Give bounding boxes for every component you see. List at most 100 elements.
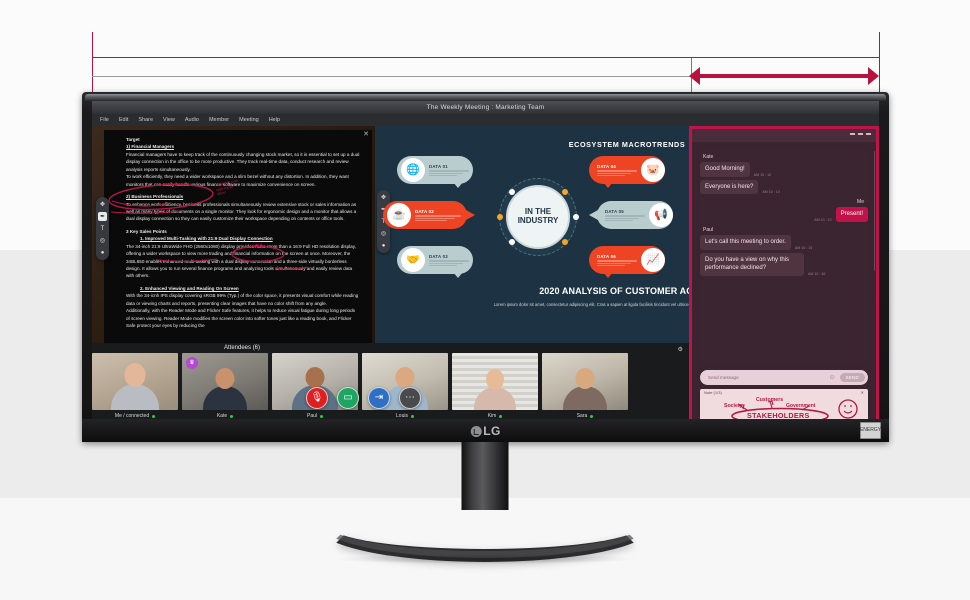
document-tool-rail[interactable]: ✥ ✒ T ◎ ● (96, 197, 109, 260)
avatar-head (305, 367, 325, 388)
data-bubble-04[interactable]: DATA 04 🐷 (589, 156, 665, 188)
diagram-hub: IN THE INDUSTRY (497, 178, 579, 256)
data-bubble-03[interactable]: 🤝 DATA 03 (397, 246, 473, 278)
note-word-customers: Customers (756, 397, 784, 403)
attendee-name-row: Sara (542, 410, 628, 419)
chat-message-list[interactable]: Kate Good Morning! AM 10 : 10 Everyone i… (700, 149, 868, 363)
window-controls-icon[interactable] (850, 133, 871, 135)
chat-bubble: Let's call this meeting to order. (700, 235, 791, 250)
data-bubble-05[interactable]: DATA 05 📢 (589, 201, 673, 229)
monitor-bezel-highlight (85, 94, 886, 101)
doc-point2-body2: Additionally, with the Reader Mode and F… (126, 308, 355, 329)
note-panel[interactable]: Note (1/3) ✕ Customers Society Governmen… (700, 389, 868, 419)
annotation-tick-right (879, 32, 880, 94)
close-icon[interactable]: ✕ (363, 131, 369, 138)
data-bubble-02[interactable]: ☕ DATA 02 (383, 201, 475, 229)
attendee-tile[interactable]: Me / connected (92, 353, 178, 419)
shape-tool-icon[interactable]: ◎ (98, 236, 107, 245)
data-bubble-06[interactable]: DATA 06 📈 (589, 246, 665, 278)
data-bubble-03-label: DATA 03 (429, 253, 448, 259)
chat-input-placeholder[interactable]: Send message (708, 375, 824, 380)
microphone-button[interactable]: 🎙 (306, 387, 328, 409)
note-word-government: Government (786, 403, 816, 409)
host-crown-icon: ♛ (186, 357, 198, 369)
data-bubble-06-label: DATA 06 (597, 253, 616, 259)
menu-item-edit[interactable]: Edit (119, 117, 128, 123)
piggy-bank-icon: 🐷 (641, 158, 665, 182)
attendees-label: Attendees (6) (224, 345, 261, 351)
annotation-arrow-left (689, 67, 700, 85)
energy-label-text: ENERGY (859, 427, 882, 433)
attendee-name-row: Me / connected (92, 410, 178, 419)
menu-item-share[interactable]: Share (138, 117, 153, 123)
chat-timestamp: AM 10 : 16 (808, 272, 826, 277)
hub-node-6 (562, 239, 568, 245)
bubble-tail (453, 182, 463, 188)
gear-icon[interactable]: ⚙ (678, 346, 683, 353)
menu-item-member[interactable]: Member (209, 117, 229, 123)
status-dot (410, 414, 414, 418)
pen-tool-icon[interactable]: ✒ (98, 212, 107, 221)
text-tool-icon[interactable]: T (98, 224, 107, 233)
chat-timestamp: AM 10 : 10 (762, 190, 780, 195)
hub-node-2 (562, 189, 568, 195)
status-dot (499, 414, 503, 418)
attendee-tile[interactable]: Louis (362, 353, 448, 419)
annotation-arrow-bar (697, 74, 869, 78)
emoji-icon[interactable]: ☺ (828, 374, 835, 381)
chat-bubble: Do you have a view on why this performan… (700, 252, 804, 277)
annotation-guide-line (92, 76, 792, 77)
lg-brand-text: LG (483, 424, 501, 438)
data-bubble-01[interactable]: 🌐 DATA 01 (397, 156, 473, 188)
doc-section2-p1: To enhance work efficiency, business pro… (126, 201, 357, 222)
meeting-app-window: The Weekly Meeting : Marketing Team File… (92, 101, 879, 419)
annotation-arrow-right (868, 67, 879, 85)
energy-label-badge: ENERGY (860, 422, 881, 439)
chat-scrollbar[interactable] (873, 151, 875, 271)
menu-item-help[interactable]: Help (269, 117, 280, 123)
attendee-tile[interactable]: Sara (542, 353, 628, 419)
handshake-icon: 🤝 (401, 248, 425, 272)
camera-button[interactable]: ▭ (337, 387, 359, 409)
lg-mark-icon (470, 425, 482, 437)
document-sheet: Target 1) Financial Managers Financial m… (104, 130, 372, 358)
chat-author: Me (857, 199, 864, 206)
attendee-name-row: Louis (362, 410, 448, 419)
avatar-body (563, 386, 607, 410)
note-center-word: STAKEHOLDERS (747, 411, 810, 419)
more-options-button[interactable]: ⋯ (399, 387, 421, 409)
settings-tool-icon[interactable]: ● (379, 241, 388, 250)
avatar-head (575, 368, 595, 389)
chart-growth-icon: 📈 (641, 248, 665, 272)
shape-tool-icon[interactable]: ◎ (379, 229, 388, 238)
annotation-tick-left (92, 32, 93, 94)
window-title: The Weekly Meeting : Marketing Team (426, 104, 545, 111)
data-bubble-01-label: DATA 01 (429, 163, 448, 169)
menu-item-meeting[interactable]: Meeting (239, 117, 259, 123)
doc-point1-title: 1. Improved Multi-Tasking with 21:9 Dual… (140, 236, 273, 242)
data-bubble-04-label: DATA 04 (597, 163, 616, 169)
menu-item-view[interactable]: View (163, 117, 175, 123)
avatar (92, 353, 178, 410)
doc-point1-body: The 34-inch 21:9 UltraWide FHD (2560x108… (126, 243, 356, 279)
attendee-tile[interactable]: Kim (452, 353, 538, 419)
move-tool-icon[interactable]: ✥ (379, 193, 388, 202)
menu-item-file[interactable]: File (100, 117, 109, 123)
chat-pane: Kate Good Morning! AM 10 : 10 Everyone i… (689, 126, 879, 419)
data-bubble-02-label: DATA 02 (415, 208, 434, 214)
move-tool-icon[interactable]: ✥ (98, 200, 107, 209)
settings-tool-icon[interactable]: ● (98, 248, 107, 257)
attendee-tile[interactable]: Paul (272, 353, 358, 419)
attendee-tile[interactable]: ♛ Kate (182, 353, 268, 419)
menu-item-audio[interactable]: Audio (185, 117, 199, 123)
doc-point2-title: 2. Enhanced Viewing and Reading On Scree… (140, 285, 239, 291)
chat-input-bar[interactable]: Send message ☺ SEND (700, 370, 868, 385)
avatar-head (395, 367, 415, 388)
monitor-screen: The Weekly Meeting : Marketing Team File… (92, 101, 879, 419)
send-button[interactable]: SEND (839, 373, 865, 382)
doc-keypoints-title: 3 Key Sales Points (126, 228, 167, 234)
status-dot (590, 414, 594, 418)
chat-bubble: Present! (835, 207, 868, 223)
monitor-stand-shadow (335, 554, 635, 564)
screen-share-button[interactable]: ⇥ (368, 387, 390, 409)
